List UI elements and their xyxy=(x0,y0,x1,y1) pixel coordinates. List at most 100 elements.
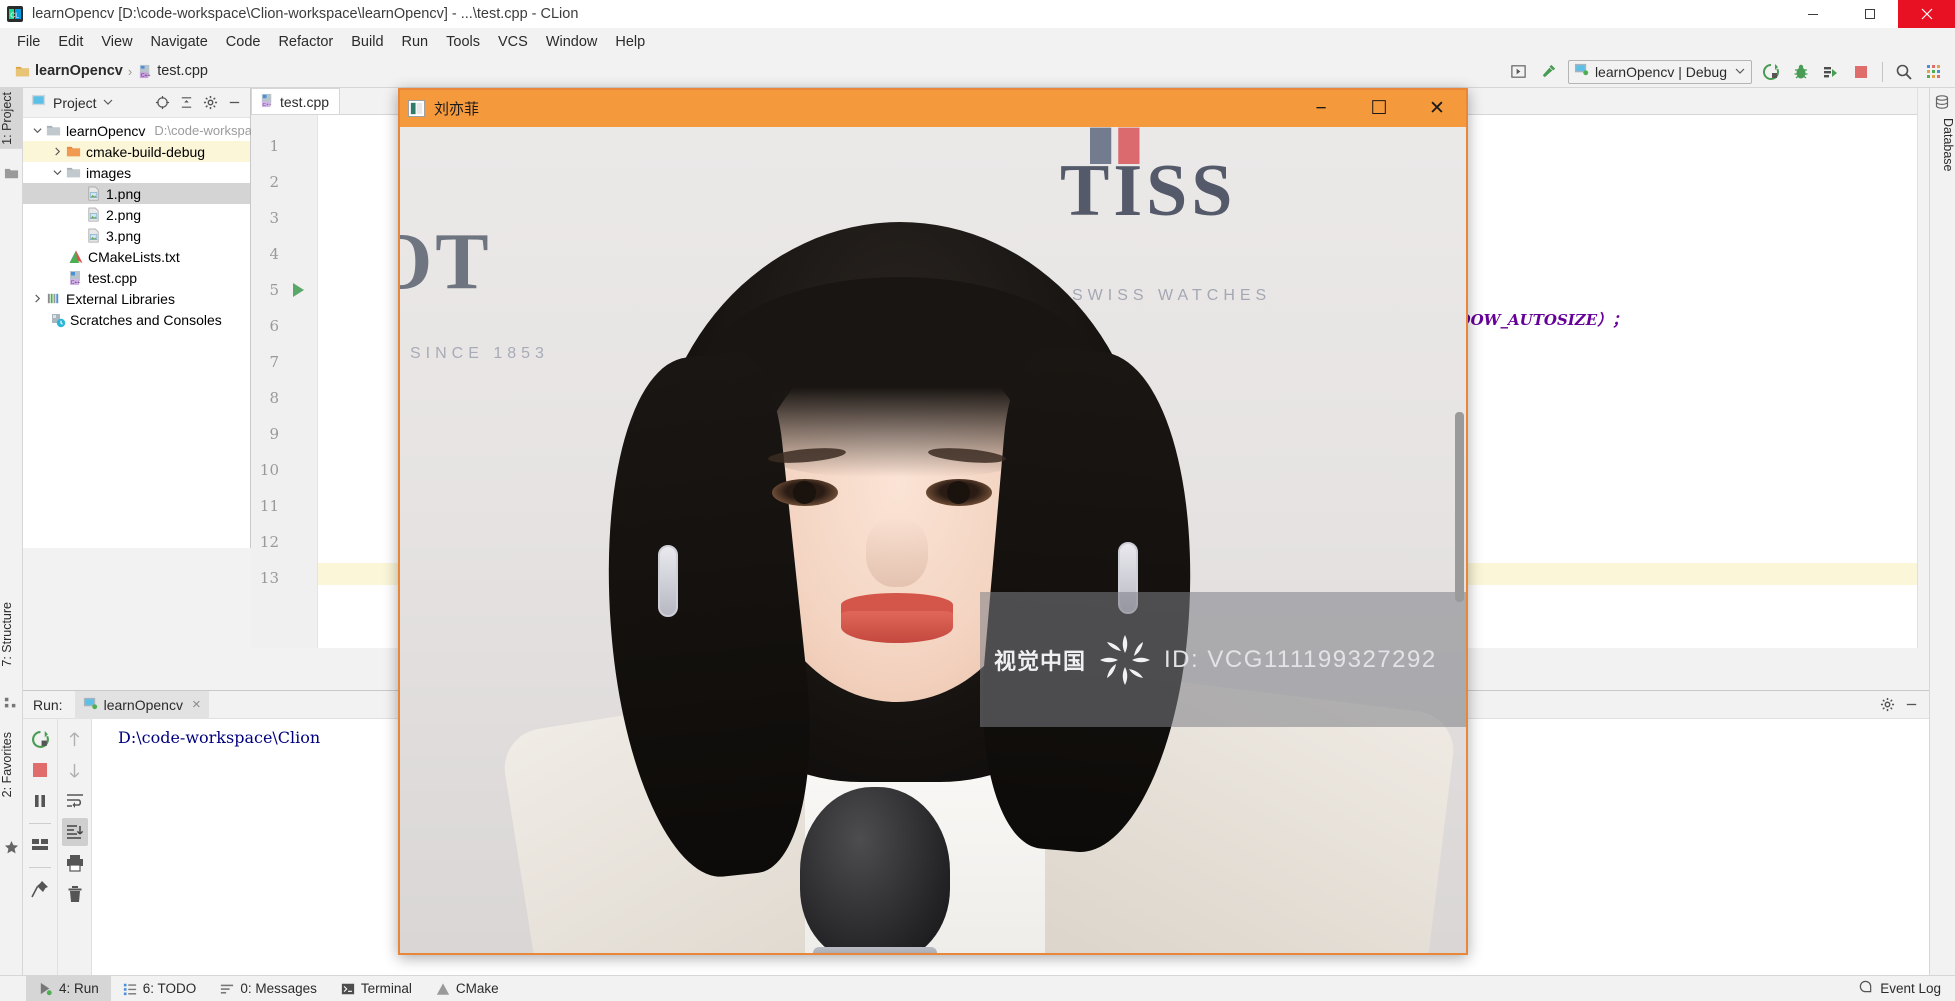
collapse-all-icon[interactable] xyxy=(174,91,198,115)
tree-row-2png[interactable]: 2.png xyxy=(23,204,250,225)
line-number: 10 xyxy=(259,461,279,479)
image-window-maximize-button[interactable]: ☐ xyxy=(1350,90,1408,127)
run-configuration-selector[interactable]: learnOpencv | Debug xyxy=(1567,59,1752,84)
line-number: 1 xyxy=(269,137,279,155)
tree-row-1png[interactable]: 1.png xyxy=(23,183,250,204)
status-item-run[interactable]: 4: Run xyxy=(26,975,111,1001)
menu-item-vcs[interactable]: VCS xyxy=(489,31,537,53)
tree-label: learnOpencv xyxy=(66,122,146,139)
printer-icon[interactable] xyxy=(62,849,88,877)
window-maximize-button[interactable] xyxy=(1841,0,1898,28)
pin-icon[interactable] xyxy=(27,875,53,903)
trash-icon[interactable] xyxy=(62,880,88,908)
project-tool-window: Project learnOpencv D:\code-workspac cma… xyxy=(23,88,258,548)
image-window-title-bar[interactable]: 刘亦菲 − ☐ ✕ xyxy=(400,90,1466,127)
opencv-window-icon xyxy=(408,100,425,117)
menu-item-view[interactable]: View xyxy=(92,31,141,53)
tree-label: cmake-build-debug xyxy=(86,143,206,160)
menu-item-refactor[interactable]: Refactor xyxy=(269,31,342,53)
line-number: 3 xyxy=(269,209,279,227)
scroll-to-end-icon[interactable] xyxy=(61,818,88,846)
menu-item-window[interactable]: Window xyxy=(537,31,607,53)
sidebar-item-favorites[interactable]: 2: Favorites xyxy=(0,728,23,801)
scratches-icon xyxy=(49,311,66,328)
sidebar-item-project[interactable]: 1: Project xyxy=(0,88,23,149)
menu-item-build[interactable]: Build xyxy=(342,31,392,53)
editor-gutter[interactable]: 1 2 3 4 5 6 7 8 9 10 11 12 13 xyxy=(251,115,318,648)
breadcrumb-project[interactable]: learnOpencv xyxy=(35,63,123,79)
hammer-icon[interactable] xyxy=(1534,57,1564,87)
menu-item-help[interactable]: Help xyxy=(606,31,654,53)
status-item-messages[interactable]: 0: Messages xyxy=(208,976,329,1001)
status-item-cmake[interactable]: CMake xyxy=(424,976,511,1001)
run-window-icon[interactable] xyxy=(1504,57,1534,87)
status-item-todo[interactable]: 6: TODO xyxy=(111,976,209,1001)
image-window-scrollbar[interactable] xyxy=(1455,412,1464,602)
breadcrumb-file[interactable]: test.cpp xyxy=(157,63,208,79)
tree-row-learnopencv[interactable]: learnOpencv D:\code-workspac xyxy=(23,120,258,141)
opencv-image-window[interactable]: 刘亦菲 − ☐ ✕ ██ TISS SWISS WATCHES OT SINCE… xyxy=(398,88,1468,955)
tree-row-scratches[interactable]: Scratches and Consoles xyxy=(23,309,250,330)
menu-item-tools[interactable]: Tools xyxy=(437,31,489,53)
search-icon[interactable] xyxy=(1889,57,1919,87)
menu-item-edit[interactable]: Edit xyxy=(49,31,92,53)
pause-icon[interactable] xyxy=(27,787,53,815)
chevron-right-icon[interactable] xyxy=(49,144,65,160)
arrow-down-icon[interactable] xyxy=(62,756,88,784)
menu-item-navigate[interactable]: Navigate xyxy=(142,31,217,53)
gear-icon[interactable] xyxy=(1875,693,1899,717)
grid-dots-icon[interactable] xyxy=(1919,57,1949,87)
project-panel-header: Project xyxy=(23,88,250,118)
gear-icon[interactable] xyxy=(198,91,222,115)
sidebar-item-structure[interactable]: 7: Structure xyxy=(0,598,23,671)
project-panel-icon xyxy=(31,93,46,113)
tree-row-3png[interactable]: 3.png xyxy=(23,225,250,246)
close-icon[interactable]: × xyxy=(192,696,201,713)
todo-icon xyxy=(123,982,137,996)
status-item-terminal[interactable]: Terminal xyxy=(329,976,424,1001)
sidebar-item-database[interactable]: Database xyxy=(1929,114,1955,176)
menu-item-run[interactable]: Run xyxy=(393,31,438,53)
soft-wrap-icon[interactable] xyxy=(62,787,88,815)
event-log-label[interactable]: Event Log xyxy=(1880,981,1941,996)
tree-row-external-libraries[interactable]: External Libraries xyxy=(23,288,250,309)
toolbar-divider xyxy=(29,823,51,824)
window-close-button[interactable] xyxy=(1898,0,1955,28)
chevron-down-icon[interactable] xyxy=(29,123,45,139)
run-tab-label: learnOpencv xyxy=(103,696,183,713)
folder-module-icon xyxy=(45,122,62,139)
minus-icon[interactable] xyxy=(222,91,246,115)
tree-row-images[interactable]: images xyxy=(23,162,250,183)
crosshair-icon[interactable] xyxy=(150,91,174,115)
menu-item-code[interactable]: Code xyxy=(217,31,270,53)
image-window-minimize-button[interactable]: − xyxy=(1292,90,1350,127)
tree-row-cmake-build-debug[interactable]: cmake-build-debug xyxy=(23,141,250,162)
tree-label: images xyxy=(86,164,132,181)
toolbar-separator xyxy=(1882,61,1883,82)
run-gutter-icon[interactable] xyxy=(289,281,307,304)
layout-icon[interactable] xyxy=(27,831,53,859)
rerun-icon[interactable] xyxy=(27,725,53,753)
tree-row-testcpp[interactable]: C++ test.cpp xyxy=(23,267,250,288)
stop-icon[interactable] xyxy=(1846,57,1876,87)
stop-icon[interactable] xyxy=(27,756,53,784)
run-config-label: learnOpencv | Debug xyxy=(1594,63,1727,80)
attach-process-icon[interactable] xyxy=(1816,57,1846,87)
database-icon xyxy=(1934,94,1950,115)
image-window-close-button[interactable]: ✕ xyxy=(1408,90,1466,127)
tree-row-cmakelists[interactable]: CMakeLists.txt xyxy=(23,246,250,267)
chevron-down-icon[interactable] xyxy=(103,94,113,112)
line-number: 5 xyxy=(269,281,279,299)
menu-item-file[interactable]: File xyxy=(8,31,49,53)
rerun-icon[interactable] xyxy=(1756,57,1786,87)
bug-icon[interactable] xyxy=(1786,57,1816,87)
run-tab-learnopencv[interactable]: learnOpencv × xyxy=(74,690,209,719)
window-minimize-button[interactable] xyxy=(1784,0,1841,28)
microphone-head xyxy=(800,787,950,953)
line-number: 12 xyxy=(259,533,279,551)
editor-tab-testcpp[interactable]: C++ test.cpp xyxy=(251,88,341,114)
minus-icon[interactable] xyxy=(1899,693,1923,717)
chevron-down-icon[interactable] xyxy=(49,165,65,181)
chevron-right-icon[interactable] xyxy=(29,291,45,307)
arrow-up-icon[interactable] xyxy=(62,725,88,753)
